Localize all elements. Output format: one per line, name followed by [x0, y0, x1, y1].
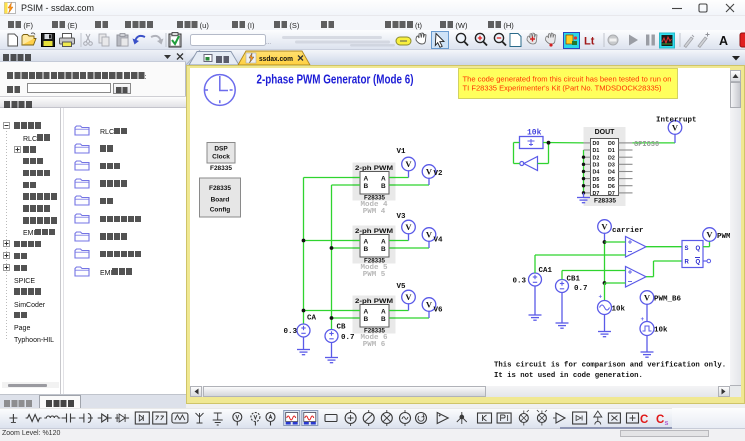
svg-text:2-ph PWM: 2-ph PWM: [355, 298, 393, 305]
svg-text:B: B: [364, 246, 369, 253]
svg-text:s: s: [665, 420, 669, 427]
svg-text:V: V: [601, 222, 608, 232]
svg-text:Board: Board: [211, 197, 230, 204]
svg-text:0.3: 0.3: [284, 328, 298, 336]
svg-text:C: C: [640, 414, 648, 426]
svg-text:V: V: [405, 159, 412, 169]
svg-text:V2: V2: [434, 170, 444, 178]
svg-text:Interrupt: Interrupt: [656, 117, 697, 125]
svg-text:TI F28335 Experimenter's Kit (: TI F28335 Experimenter's Kit (Part No. T…: [463, 84, 663, 93]
svg-text:D2: D2: [608, 155, 615, 161]
svg-text:V: V: [405, 292, 412, 302]
svg-text:V: V: [426, 300, 433, 310]
svg-text:carrier: carrier: [612, 227, 644, 235]
svg-text:B: B: [364, 183, 369, 190]
svg-text:D7: D7: [608, 191, 615, 197]
svg-text:D3: D3: [593, 163, 600, 169]
svg-text:...: ...: [266, 40, 271, 46]
svg-text:V: V: [405, 222, 412, 232]
svg-text:A: A: [364, 175, 369, 182]
svg-text:V5: V5: [397, 283, 407, 291]
svg-text:D7: D7: [593, 191, 600, 197]
svg-text:PWM 5: PWM 5: [363, 271, 386, 279]
svg-text:This circuit is for comparison: This circuit is for comparison and verif…: [494, 362, 726, 370]
svg-text:Clock: Clock: [212, 154, 230, 161]
svg-text:F28335: F28335: [594, 198, 616, 205]
svg-text:10k: 10k: [654, 327, 668, 335]
svg-text:V1: V1: [397, 148, 407, 156]
svg-text:D1: D1: [608, 148, 615, 154]
svg-text:CB: CB: [337, 324, 347, 332]
svg-text:D4: D4: [593, 170, 600, 176]
svg-text:F28335: F28335: [209, 185, 231, 192]
svg-text:D6: D6: [608, 184, 615, 190]
svg-text:CA: CA: [307, 315, 317, 323]
svg-text:D4: D4: [608, 170, 615, 176]
svg-text:D2: D2: [593, 155, 600, 161]
svg-text:D6: D6: [593, 184, 600, 190]
svg-text:A: A: [381, 308, 386, 315]
svg-text:10k: 10k: [612, 306, 626, 314]
svg-text:C: C: [656, 414, 664, 426]
svg-text:0.3: 0.3: [513, 278, 527, 286]
svg-text:Config: Config: [210, 207, 231, 214]
svg-text:A: A: [719, 34, 728, 48]
svg-text:CA1: CA1: [539, 267, 553, 275]
svg-text:PWM_B6: PWM_B6: [654, 296, 682, 304]
svg-text:D0: D0: [608, 141, 615, 147]
svg-text:B: B: [381, 316, 386, 323]
svg-text:V: V: [426, 230, 433, 240]
svg-text:DOUT: DOUT: [595, 129, 616, 136]
svg-text:CB1: CB1: [567, 276, 581, 284]
svg-text:B: B: [381, 246, 386, 253]
svg-text:2-ph PWM: 2-ph PWM: [355, 165, 393, 172]
svg-text:Q: Q: [696, 246, 701, 252]
svg-text:D5: D5: [593, 177, 600, 183]
svg-text:A: A: [364, 238, 369, 245]
svg-text:A: A: [364, 308, 369, 315]
svg-text:V4: V4: [434, 237, 444, 245]
svg-text:PWM_A: PWM_A: [717, 233, 740, 241]
svg-text:The code generated from this c: The code generated from this circuit has…: [463, 75, 672, 84]
svg-text:D3: D3: [608, 163, 615, 169]
svg-text:V: V: [644, 293, 651, 303]
svg-text:A: A: [381, 175, 386, 182]
svg-text:0.7: 0.7: [341, 334, 355, 342]
svg-text:V3: V3: [397, 213, 407, 221]
svg-text:DSP: DSP: [214, 146, 228, 153]
svg-text:A: A: [381, 238, 386, 245]
svg-text:2-phase PWM Generator (Mode 6): 2-phase PWM Generator (Mode 6): [257, 72, 414, 87]
svg-text:S: S: [685, 246, 689, 252]
svg-text:+: +: [641, 316, 645, 323]
svg-text:V: V: [426, 167, 433, 177]
svg-text:B: B: [381, 183, 386, 190]
svg-text:0.7: 0.7: [574, 285, 588, 293]
svg-text:It is not used in code generat: It is not used in code generation.: [494, 372, 643, 380]
svg-text:2-ph PWM: 2-ph PWM: [355, 228, 393, 235]
svg-text:+: +: [599, 294, 603, 301]
svg-text:Q: Q: [696, 260, 701, 266]
svg-text:B: B: [364, 316, 369, 323]
svg-text:PWM 6: PWM 6: [363, 341, 386, 349]
svg-text:D0: D0: [593, 141, 600, 147]
svg-text:PWM 4: PWM 4: [363, 208, 386, 216]
svg-text:R: R: [685, 260, 690, 266]
svg-text:D5: D5: [608, 177, 615, 183]
svg-text:GPIO30: GPIO30: [634, 141, 659, 149]
svg-text:F28335: F28335: [210, 165, 232, 172]
svg-text:V: V: [706, 230, 713, 240]
svg-text:V6: V6: [434, 307, 444, 315]
svg-text:D1: D1: [593, 148, 600, 154]
svg-text:ssdax.com: ssdax.com: [259, 54, 293, 63]
svg-text:Lt: Lt: [584, 36, 595, 48]
